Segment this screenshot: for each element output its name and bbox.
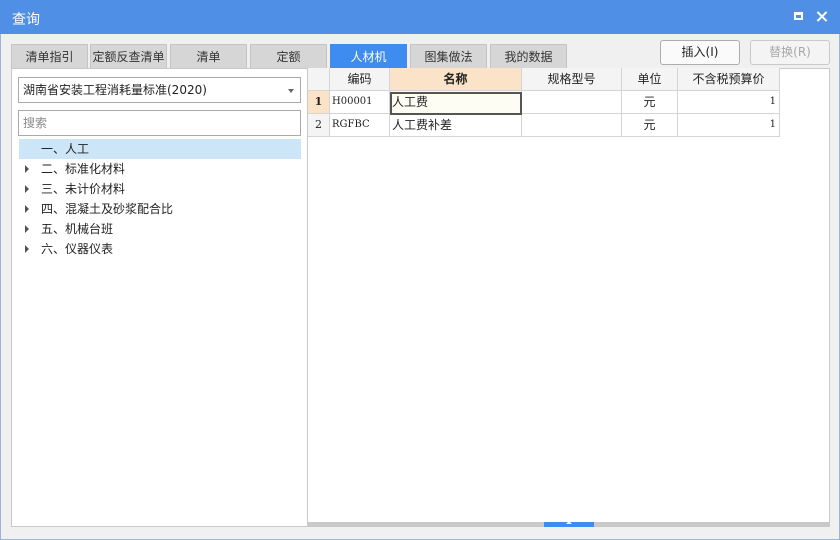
insert-button[interactable]: 插入(I)	[660, 40, 740, 65]
search-input[interactable]	[18, 110, 301, 136]
column-header-price[interactable]: 不含税预算价	[678, 68, 780, 91]
row-header[interactable]: 1	[308, 91, 330, 114]
table-cell-price[interactable]: 1	[678, 91, 780, 114]
column-header-unit[interactable]: 单位	[622, 68, 678, 91]
column-header-code[interactable]: 编码	[330, 68, 390, 91]
chevron-right-icon[interactable]	[25, 225, 29, 233]
tab-atlas-method[interactable]: 图集做法	[410, 44, 487, 68]
chevron-right-icon[interactable]	[25, 185, 29, 193]
chevron-right-icon[interactable]	[25, 165, 29, 173]
tree-item-label: 一、人工	[41, 142, 90, 156]
scrollbar-thumb[interactable]	[544, 521, 594, 527]
standard-select[interactable]: 湖南省安装工程消耗量标准(2020)	[18, 77, 301, 103]
tab-labor-material-machine[interactable]: 人材机	[330, 44, 407, 68]
tree-item-labor[interactable]: 一、人工	[19, 139, 301, 159]
tree-item-instruments[interactable]: 六、仪器仪表	[19, 239, 301, 259]
chevron-right-icon[interactable]	[25, 245, 29, 253]
tree-item-unpriced-materials[interactable]: 三、未计价材料	[19, 179, 301, 199]
tree-item-concrete-mortar[interactable]: 四、混凝土及砂浆配合比	[19, 199, 301, 219]
table-cell-price[interactable]: 1	[678, 114, 780, 137]
table-cell-name[interactable]: 人工费	[390, 91, 522, 114]
column-header-spec[interactable]: 规格型号	[522, 68, 622, 91]
chevron-down-icon	[288, 89, 294, 93]
close-icon[interactable]	[815, 10, 829, 24]
row-header[interactable]: 2	[308, 114, 330, 137]
category-panel	[11, 68, 308, 527]
tab-quota[interactable]: 定额	[250, 44, 327, 68]
column-header-name[interactable]: 名称	[390, 68, 522, 91]
table-cell-spec[interactable]	[522, 91, 622, 114]
tree-item-machinery-shifts[interactable]: 五、机械台班	[19, 219, 301, 239]
tree-item-label: 五、机械台班	[41, 222, 114, 236]
corner-header	[308, 68, 330, 91]
tab-quota-reverse-bill[interactable]: 定额反查清单	[90, 44, 167, 68]
tree-item-label: 二、标准化材料	[41, 162, 126, 176]
tree-item-label: 四、混凝土及砂浆配合比	[41, 202, 174, 216]
tab-my-data[interactable]: 我的数据	[490, 44, 567, 68]
tab-bill-guide[interactable]: 清单指引	[11, 44, 88, 68]
table-cell-unit[interactable]: 元	[622, 91, 678, 114]
replace-button[interactable]: 替换(R)	[750, 40, 830, 65]
table-cell-code[interactable]: RGFBC	[330, 114, 390, 137]
chevron-right-icon[interactable]	[25, 205, 29, 213]
window-title: 查询	[12, 12, 40, 28]
title-bar: 查询	[0, 0, 840, 34]
tree-item-label: 三、未计价材料	[41, 182, 126, 196]
table-cell-name[interactable]: 人工费补差	[390, 114, 522, 137]
standard-select-value: 湖南省安装工程消耗量标准(2020)	[23, 83, 207, 97]
maximize-icon[interactable]	[792, 10, 806, 24]
table-cell-unit[interactable]: 元	[622, 114, 678, 137]
tab-bill[interactable]: 清单	[170, 44, 247, 68]
table-cell-code[interactable]: H00001	[330, 91, 390, 114]
table-cell-spec[interactable]	[522, 114, 622, 137]
tree-item-label: 六、仪器仪表	[41, 242, 114, 256]
tree-item-standard-materials[interactable]: 二、标准化材料	[19, 159, 301, 179]
